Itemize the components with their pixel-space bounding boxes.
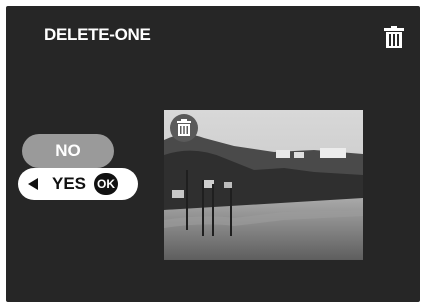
ok-badge: OK bbox=[94, 173, 118, 195]
trash-icon bbox=[384, 26, 404, 48]
no-button-label: NO bbox=[55, 141, 81, 160]
yes-button-label: YES bbox=[52, 174, 87, 193]
photo-delete-badge bbox=[170, 114, 198, 142]
page-title: DELETE-ONE bbox=[44, 25, 151, 44]
left-arrow-icon bbox=[28, 178, 38, 190]
trash-icon bbox=[177, 119, 191, 136]
yes-button[interactable]: YES OK bbox=[18, 168, 138, 200]
no-button[interactable]: NO bbox=[22, 134, 114, 168]
